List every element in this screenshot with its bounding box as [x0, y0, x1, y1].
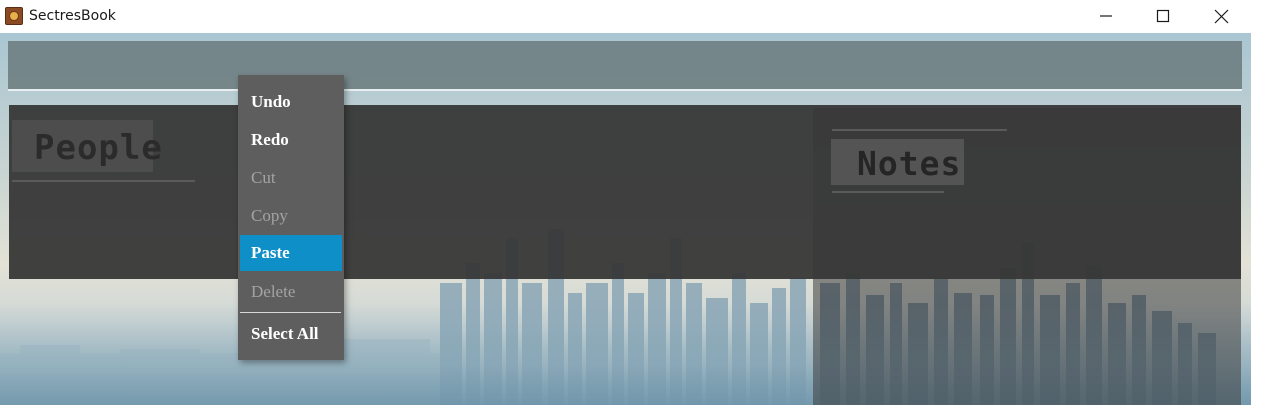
- top-toolbar: [8, 41, 1242, 91]
- menu-item-undo[interactable]: Undo: [240, 84, 342, 120]
- people-title: People: [34, 128, 163, 168]
- main-panel: [9, 105, 1241, 279]
- maximize-button[interactable]: [1135, 0, 1193, 33]
- menu-item-delete[interactable]: Delete: [240, 274, 342, 310]
- window-title: SectresBook: [29, 8, 116, 24]
- menu-item-cut[interactable]: Cut: [240, 160, 342, 196]
- maximize-icon: [1156, 9, 1170, 23]
- menu-item-label: Copy: [251, 206, 288, 225]
- book-icon: [5, 7, 23, 25]
- menu-item-label: Delete: [251, 282, 296, 301]
- menu-item-redo[interactable]: Redo: [240, 122, 342, 158]
- notes-divider-bottom: [832, 191, 944, 193]
- menu-item-paste[interactable]: Paste: [240, 235, 342, 271]
- menu-item-label: Select All: [251, 324, 319, 343]
- context-menu[interactable]: Undo Redo Cut Copy Paste Delete Select A…: [238, 75, 344, 360]
- window-right-border: [1251, 33, 1262, 405]
- close-button[interactable]: [1193, 0, 1251, 33]
- menu-item-copy[interactable]: Copy: [240, 198, 342, 234]
- notes-divider-top: [832, 129, 1007, 131]
- menu-item-label: Redo: [251, 130, 289, 149]
- menu-item-label: Undo: [251, 92, 291, 111]
- menu-separator: [240, 312, 341, 313]
- people-divider: [12, 180, 195, 182]
- close-icon: [1214, 9, 1229, 24]
- menu-item-select-all[interactable]: Select All: [240, 316, 342, 352]
- minimize-button[interactable]: [1078, 0, 1136, 33]
- notes-title: Notes: [857, 144, 962, 183]
- title-bar[interactable]: SectresBook: [0, 0, 1262, 33]
- minimize-icon: [1100, 15, 1112, 17]
- menu-item-label: Cut: [251, 168, 276, 187]
- menu-item-label: Paste: [251, 243, 290, 262]
